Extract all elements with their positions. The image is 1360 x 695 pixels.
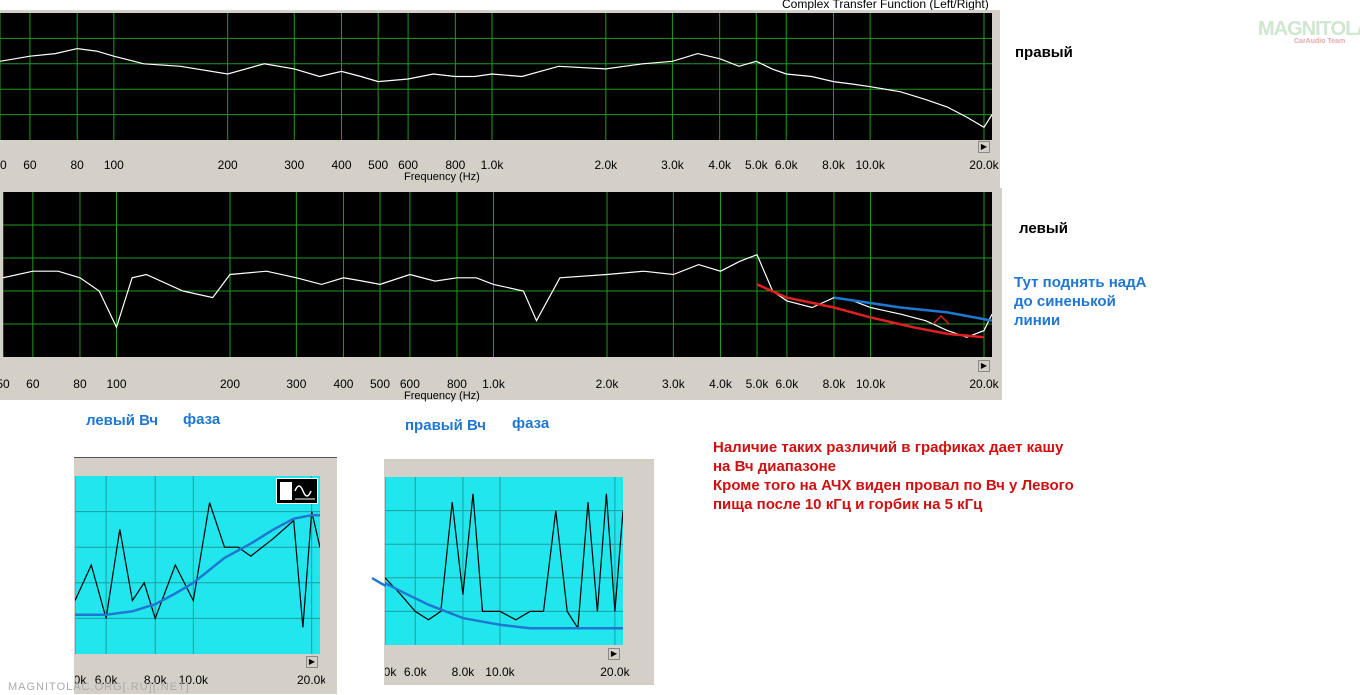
tick-label: 10.0k [855, 377, 886, 391]
tick-label: 80 [70, 158, 84, 172]
tick-label: 6.0k [775, 377, 799, 391]
tick-label: 3.0k [662, 377, 685, 391]
tick-label: 500 [369, 377, 391, 391]
tick-label: 3.0k [661, 158, 684, 172]
left-chart-ticks: 50 60 80 100 200 300 400 500 600 800 1.0k 2.0k 3.0k 4… [0, 377, 1000, 393]
series-line-0 [385, 493, 623, 631]
tick-label: 5.0k [744, 158, 768, 172]
right-chart-plot [0, 13, 992, 140]
tick-label: 60 [26, 377, 40, 391]
right-channel-label: правый [1015, 44, 1073, 61]
conclusion-line1: Наличие таких различий в графиках дает к… [713, 439, 1064, 456]
tick-label: 200 [219, 377, 240, 391]
scroll-right-icon[interactable]: ▶ [978, 360, 990, 372]
tick-label: 1.0k [480, 158, 504, 172]
tick-label: 8.0k [822, 377, 846, 391]
tick-label: 300 [286, 377, 307, 391]
tick-label: 200 [217, 158, 238, 172]
series-line-1 [385, 581, 623, 630]
conclusion-line3: Кроме того на АЧХ виден провал по Вч у Л… [713, 477, 1074, 494]
left-chart-xlabel: Frequency (Hz) [404, 390, 480, 402]
right-hf-label: правый Вч [405, 417, 486, 434]
trend-extension [371, 576, 387, 588]
right-response-svg [0, 13, 992, 140]
tick-label: 20.0k [969, 158, 999, 172]
scroll-right-icon[interactable]: ▶ [306, 656, 318, 668]
tick-label: 300 [284, 158, 305, 172]
tick-label: 600 [398, 158, 419, 172]
tick-label: 4.0k [708, 158, 731, 172]
signal-toggle-icon[interactable] [276, 478, 318, 504]
tick-label: 100 [106, 377, 127, 391]
tick-label: 1.0k [482, 377, 505, 391]
tick-label: 4.0k [709, 377, 732, 391]
tick-label: 20.0k [969, 377, 999, 391]
tick-label: 10.0k [485, 665, 515, 679]
left-hf-label: левый Вч [86, 412, 159, 429]
tick-label: 20.0k [296, 673, 325, 687]
series-line-0 [75, 502, 320, 628]
tick-label: 800 [445, 158, 466, 172]
left-chart-plot [3, 192, 992, 357]
scroll-right-icon[interactable]: ▶ [608, 648, 620, 660]
logo: MAGNITOLA CarAudio Team [1258, 18, 1360, 50]
tick-label: 2.0k [595, 377, 619, 391]
right-chart-ticks: 50 60 80 100 200 300 400 500 600 800 1.0k 2.0k 3.0k 4… [0, 158, 1000, 174]
tick-label: 80 [73, 377, 87, 391]
signal-toggle-icon [280, 482, 315, 500]
left-response-svg [3, 192, 992, 357]
tick-label: 100 [103, 158, 124, 172]
scroll-right-icon[interactable]: ▶ [978, 141, 990, 153]
tick-label: 6.0k [403, 665, 427, 679]
tick-label: 50 [0, 158, 7, 172]
left-phase-label: фаза [183, 411, 221, 428]
tick-label: 60 [23, 158, 37, 172]
tick-label: 400 [331, 158, 352, 172]
tick-label: 8.0k [822, 158, 845, 172]
tick-label: 600 [399, 377, 420, 391]
raise-note-line3: линии [1014, 312, 1061, 329]
conclusion-line4: пища после 10 кГц и горбик на 5 кГц [713, 496, 983, 513]
series-line-0 [0, 47, 992, 129]
left-channel-label: левый [1019, 220, 1068, 237]
tick-label: 400 [333, 377, 354, 391]
right-hf-trend-overlay [371, 576, 387, 588]
right-hf-svg [385, 477, 623, 645]
tick-label: 5.0k [745, 377, 769, 391]
raise-note-line2: до синенькой [1014, 293, 1116, 310]
tick-label: 10.0k [855, 158, 885, 172]
watermark: MAGNITOLAC.ORG[.RU][.NET] [8, 681, 190, 693]
tick-label: 2.0k [594, 158, 618, 172]
raise-note-line1: Тут поднять надА [1014, 274, 1147, 291]
tick-label: 500 [368, 158, 389, 172]
right-hf-plot [385, 477, 623, 645]
right-chart-xlabel: Frequency (Hz) [404, 171, 480, 183]
right-hf-ticks: 5.0k 6.0k 8.0k 10.0k 20.0k [385, 665, 635, 681]
tick-label: 5.0k [385, 665, 397, 679]
conclusion-line2: на Вч диапазоне [713, 458, 837, 475]
tick-label: 50 [0, 377, 10, 391]
tick-label: 800 [446, 377, 467, 391]
right-phase-label: фаза [512, 415, 550, 432]
tick-label: 8.0k [451, 665, 475, 679]
tick-label: 6.0k [774, 158, 798, 172]
gap-marker [932, 314, 950, 325]
tick-label: 20.0k [600, 665, 630, 679]
series-line-0 [3, 253, 992, 338]
logo-sub: CarAudio Team [1294, 38, 1346, 45]
